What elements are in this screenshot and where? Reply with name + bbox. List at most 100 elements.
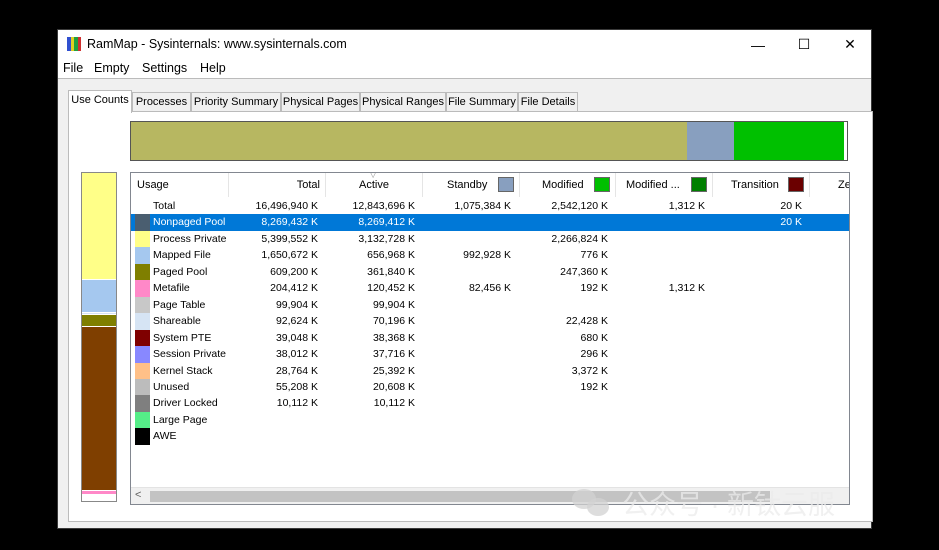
column-modified-no-write[interactable]: Modified ... xyxy=(616,173,713,197)
modified-cell: 192 K xyxy=(580,282,608,295)
table-row[interactable]: Unused 55,208 K 20,608 K 192 K xyxy=(131,378,849,396)
usage-cell: System PTE xyxy=(153,331,212,344)
usage-cell: Total xyxy=(153,200,176,212)
transition-cell: 20 K xyxy=(780,200,802,212)
column-standby[interactable]: Standby xyxy=(423,173,520,197)
table-row[interactable]: Nonpaged Pool 8,269,432 K 8,269,412 K 20 K xyxy=(131,214,849,231)
modified-no-write-color-swatch xyxy=(691,177,707,192)
usage-color-swatch xyxy=(135,247,150,264)
usage-color-swatch xyxy=(135,230,150,248)
active-cell: 12,843,696 K xyxy=(352,200,415,212)
memory-usage-bar xyxy=(130,121,848,161)
maximize-button[interactable]: ☐ xyxy=(781,30,827,59)
tab-priority-summary[interactable]: Priority Summary xyxy=(191,92,281,112)
title-bar[interactable]: RamMap - Sysinternals: www.sysinternals.… xyxy=(58,30,871,59)
rammap-window: RamMap - Sysinternals: www.sysinternals.… xyxy=(57,29,873,529)
tab-file-summary[interactable]: File Summary xyxy=(446,92,518,112)
transition-color-swatch xyxy=(788,177,804,192)
active-cell: 37,716 K xyxy=(372,348,415,361)
column-modified[interactable]: Modified xyxy=(520,173,616,197)
column-transition[interactable]: Transition xyxy=(713,173,810,197)
menu-settings[interactable]: Settings xyxy=(142,61,187,75)
usage-color-swatch xyxy=(135,329,150,347)
column-active[interactable]: ▽ Active xyxy=(326,173,423,197)
transition-cell: 20 K xyxy=(780,216,802,229)
usage-cell: Kernel Stack xyxy=(153,364,213,377)
modified-cell: 296 K xyxy=(580,348,608,361)
table-row[interactable]: Shareable 92,624 K 70,196 K 22,428 K xyxy=(131,313,849,330)
memory-bar-segment xyxy=(131,122,688,160)
usage-cell: Mapped File xyxy=(153,249,211,262)
column-label: Standby xyxy=(447,179,488,191)
table-row[interactable]: Process Private 5,399,552 K 3,132,728 K 2,2… xyxy=(131,230,849,248)
table-row[interactable]: Driver Locked 10,112 K 10,112 K xyxy=(131,395,849,412)
standby-cell: 1,075,384 K xyxy=(454,200,511,212)
standby-color-swatch xyxy=(498,177,514,192)
column-total[interactable]: Total xyxy=(229,173,326,197)
total-cell: 38,012 K xyxy=(275,348,318,361)
usage-cell: Shareable xyxy=(153,315,201,328)
column-label: Ze xyxy=(838,179,850,191)
table-row[interactable]: Large Page xyxy=(131,411,849,429)
total-cell: 92,624 K xyxy=(275,315,318,328)
minimize-button[interactable]: — xyxy=(735,30,781,59)
usage-color-swatch xyxy=(135,362,150,379)
active-cell: 120,452 K xyxy=(367,282,415,295)
watermark: 公众号 · 新钛云服 xyxy=(572,482,835,522)
table-row[interactable]: Session Private 38,012 K 37,716 K 296 K xyxy=(131,346,849,363)
active-cell: 25,392 K xyxy=(372,364,415,377)
table-row[interactable]: Page Table 99,904 K 99,904 K xyxy=(131,296,849,314)
usage-bar-segment xyxy=(82,280,116,314)
column-zeroed[interactable]: Ze xyxy=(810,173,850,197)
modified-cell: 2,266,824 K xyxy=(551,232,608,245)
tab-physical-ranges[interactable]: Physical Ranges xyxy=(360,92,446,112)
column-label: Usage xyxy=(137,179,169,191)
table-row[interactable]: Paged Pool 609,200 K 361,840 K 247,360 K xyxy=(131,263,849,281)
close-button[interactable]: ✕ xyxy=(827,30,873,59)
column-usage[interactable]: Usage xyxy=(131,173,229,197)
table-row[interactable]: Mapped File 1,650,672 K 656,968 K 992,928 K… xyxy=(131,247,849,264)
list-header: Usage Total ▽ Active Standby Modified Mo… xyxy=(131,173,850,197)
usage-color-swatch xyxy=(135,378,150,396)
column-label: Modified xyxy=(542,179,584,191)
usage-color-swatch xyxy=(135,214,150,231)
standby-cell: 992,928 K xyxy=(463,249,511,262)
table-row[interactable]: Kernel Stack 28,764 K 25,392 K 3,372 K xyxy=(131,362,849,379)
usage-cell: Driver Locked xyxy=(153,397,218,410)
modified-cell: 247,360 K xyxy=(560,265,608,278)
rammap-app-icon xyxy=(67,37,81,51)
active-cell: 656,968 K xyxy=(367,249,415,262)
tab-physical-pages[interactable]: Physical Pages xyxy=(281,92,360,112)
total-cell: 8,269,432 K xyxy=(261,216,318,229)
usage-color-swatch xyxy=(135,263,150,281)
modified-cell: 2,542,120 K xyxy=(551,200,608,212)
tab-file-details[interactable]: File Details xyxy=(518,92,578,112)
total-cell: 10,112 K xyxy=(276,397,318,410)
tab-use-counts[interactable]: Use Counts xyxy=(68,90,132,113)
table-row[interactable]: System PTE 39,048 K 38,368 K 680 K xyxy=(131,329,849,347)
total-cell: 609,200 K xyxy=(270,265,318,278)
active-cell: 20,608 K xyxy=(372,380,415,393)
usage-color-swatch xyxy=(135,313,150,330)
active-cell: 99,904 K xyxy=(372,298,415,311)
table-row[interactable]: Total 16,496,940 K 12,843,696 K 1,075,384 K… xyxy=(131,198,849,215)
usage-cell: Paged Pool xyxy=(153,265,208,278)
modified-cell: 776 K xyxy=(580,249,608,262)
total-cell: 1,650,672 K xyxy=(261,249,318,262)
usage-cell: Large Page xyxy=(153,413,208,426)
table-row[interactable]: AWE xyxy=(131,428,849,445)
memory-bar-segment xyxy=(733,122,845,160)
menu-help[interactable]: Help xyxy=(200,61,226,75)
active-cell: 38,368 K xyxy=(372,331,415,344)
usage-cell: Page Table xyxy=(153,298,206,311)
menu-empty[interactable]: Empty xyxy=(94,61,129,75)
active-cell: 70,196 K xyxy=(372,315,415,328)
tab-processes[interactable]: Processes xyxy=(132,92,191,112)
menu-bar: File Empty Settings Help xyxy=(58,59,871,79)
scroll-left-icon[interactable]: < xyxy=(135,489,141,501)
menu-file[interactable]: File xyxy=(63,61,83,75)
modified-cell: 22,428 K xyxy=(565,315,608,328)
use-counts-list[interactable]: Usage Total ▽ Active Standby Modified Mo… xyxy=(130,172,850,505)
table-row[interactable]: Metafile 204,412 K 120,452 K 82,456 K 192 K 1… xyxy=(131,280,849,297)
usage-bar-segment xyxy=(82,173,116,281)
